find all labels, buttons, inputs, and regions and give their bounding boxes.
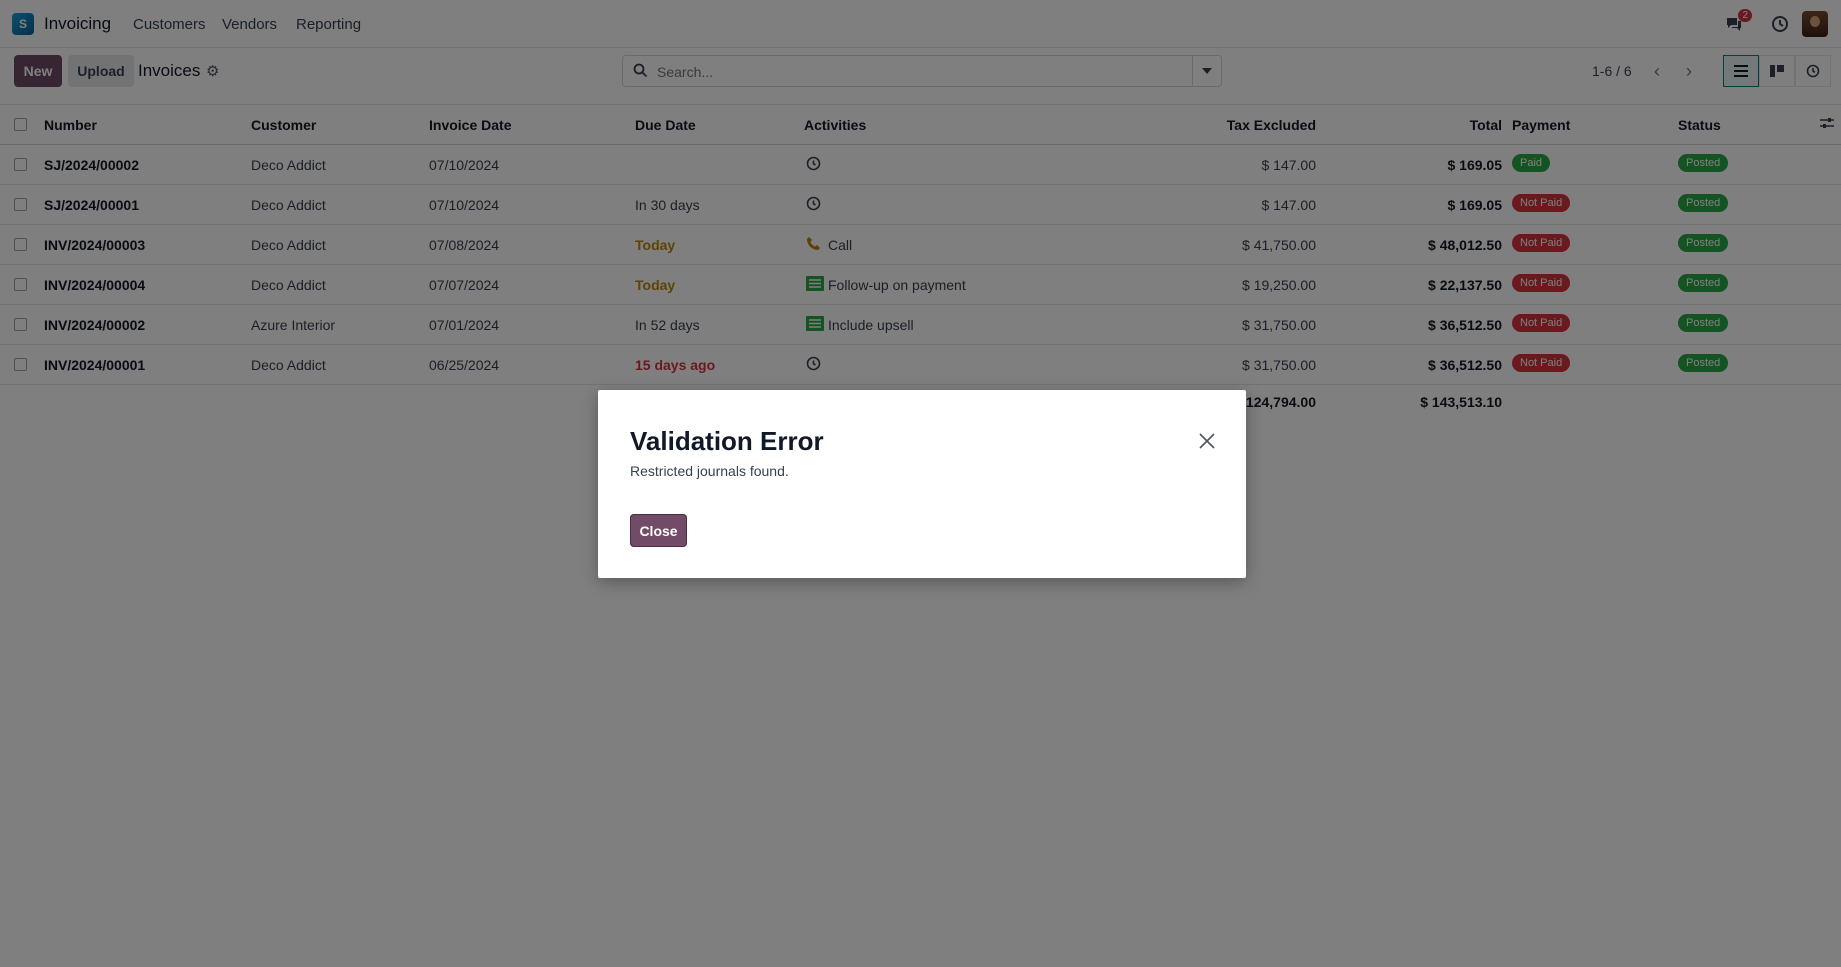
dialog-message: Restricted journals found. <box>630 463 789 479</box>
validation-error-dialog: Validation Error Restricted journals fou… <box>598 390 1246 578</box>
close-icon[interactable] <box>1196 430 1218 452</box>
close-button[interactable]: Close <box>630 514 687 547</box>
dialog-title: Validation Error <box>630 426 824 456</box>
